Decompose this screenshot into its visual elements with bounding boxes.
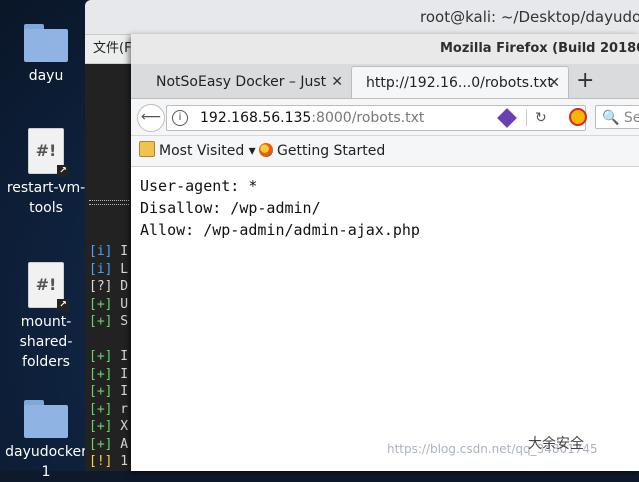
terminal-line-prefix: [+] <box>89 296 113 312</box>
terminal-line-text: S <box>112 314 129 329</box>
new-tab-button[interactable]: + <box>576 68 594 94</box>
close-icon[interactable]: ✕ <box>331 66 343 98</box>
terminal-line-text: I <box>112 366 129 382</box>
url-path: :8000/robots.txt <box>311 110 425 126</box>
bookmark-label: Most Visited <box>159 143 245 159</box>
terminal-line: [i] L <box>89 261 128 279</box>
navigation-bar: ⟵ i 192.168.56.135:8000/robots.txt ↻ 🔍 S… <box>131 99 639 136</box>
desktop-icon-dayu[interactable]: dayu <box>3 24 89 86</box>
terminal-line: [?] D <box>89 278 128 296</box>
terminal-output: [i] I [i] L [?] D [+] U [+] S [+] I [+] I [+] … <box>89 243 128 471</box>
terminal-line: [+] r <box>89 401 128 419</box>
desktop-icon-restart-vm-tools[interactable]: #! ↗ restart-vm- tools <box>3 128 89 218</box>
terminal-separator <box>89 204 129 205</box>
script-icon: #! ↗ <box>28 262 69 311</box>
terminal-line-prefix: [+] <box>89 314 113 329</box>
terminal-line-text: 1 <box>112 454 129 469</box>
firefox-icon <box>259 143 273 157</box>
terminal-line-prefix: [+] <box>89 384 113 399</box>
robots-line: User-agent: * <box>140 177 258 195</box>
bookmark-label: Getting Started <box>277 143 386 159</box>
watermark-brand: 大余安全 <box>528 436 584 452</box>
terminal-line-prefix: [+] <box>89 366 113 382</box>
tab-bar: NotSoEasy Docker – Just ✕ http://192.16.… <box>131 64 639 99</box>
terminal-line-text <box>89 332 97 347</box>
close-icon[interactable]: ✕ <box>548 67 560 99</box>
tab-label: NotSoEasy Docker – Just <box>156 74 327 90</box>
terminal-line-text: I <box>112 349 129 364</box>
desktop-icon-label: dayudocker 1 <box>5 444 87 480</box>
terminal-line-prefix: [+] <box>89 349 113 364</box>
terminal-title: root@kali: ~/Desktop/dayudocke <box>85 0 639 35</box>
terminal-line-prefix: [+] <box>89 419 113 434</box>
search-placeholder: Se <box>623 110 639 126</box>
desktop-icon-dayudocker[interactable]: dayudocker 1 <box>3 400 89 482</box>
terminal-line: [+] X <box>89 418 128 436</box>
info-icon[interactable]: i <box>172 110 188 126</box>
script-icon: #! ↗ <box>28 128 69 177</box>
robots-line: Allow: /wp-admin/admin-ajax.php <box>140 221 420 239</box>
terminal-line-text: X <box>112 419 129 434</box>
url-text[interactable]: 192.168.56.135:8000/robots.txt <box>200 106 424 130</box>
terminal-line-text: L <box>112 261 129 277</box>
terminal-line: [+] S <box>89 313 128 331</box>
bookmark-most-visited[interactable]: Most Visited ▾ <box>139 136 256 166</box>
terminal-line: [i] I <box>89 243 128 261</box>
folder-icon <box>24 400 68 438</box>
terminal-line-prefix: [?] <box>89 279 113 294</box>
terminal-line-text: I <box>112 384 129 399</box>
terminal-line-prefix: [i] <box>89 244 113 259</box>
terminal-line-prefix: [+] <box>89 401 113 417</box>
bookmark-getting-started[interactable]: Getting Started <box>259 136 385 166</box>
bookmarks-toolbar: Most Visited ▾ Getting Started <box>131 136 639 167</box>
terminal-line-text: A <box>112 436 129 452</box>
folder-icon <box>24 24 68 62</box>
url-host: 192.168.56.135 <box>200 110 312 126</box>
terminal-line <box>89 331 128 349</box>
terminal-line: [!] 1 <box>89 453 128 471</box>
reload-icon[interactable]: ↻ <box>535 106 547 130</box>
back-button[interactable]: ⟵ <box>137 104 165 132</box>
terminal-line-text: I <box>112 244 129 259</box>
divider <box>526 109 527 126</box>
desktop-icon-label: restart-vm- tools <box>6 180 86 216</box>
terminal-line-text: D <box>112 279 129 294</box>
robots-line: Disallow: /wp-admin/ <box>140 199 321 217</box>
terminal-line: [+] I <box>89 383 128 401</box>
terminal-line: [+] I <box>89 366 128 384</box>
desktop-icon-label: mount- shared- folders <box>19 314 73 370</box>
firefox-title: Mozilla Firefox (Build 2018062 <box>131 34 639 64</box>
terminal-line-text: r <box>112 401 129 417</box>
terminal-line: [+] I <box>89 348 128 366</box>
tab-notsoeasy-docker[interactable]: NotSoEasy Docker – Just ✕ <box>131 66 351 98</box>
tab-robots-txt[interactable]: http://192.16...0/robots.txt ✕ <box>351 66 569 98</box>
terminal-separator <box>89 200 129 201</box>
page-content: User-agent: * Disallow: /wp-admin/Allow: … <box>131 167 639 249</box>
desktop-icon-mount-shared-folders[interactable]: #! ↗ mount- shared- folders <box>3 262 89 372</box>
terminal-line-prefix: [+] <box>89 436 113 452</box>
noscript-icon[interactable] <box>569 108 587 126</box>
desktop-icon-label: dayu <box>28 68 64 84</box>
tab-label: http://192.16...0/robots.txt <box>366 75 553 91</box>
url-bar[interactable]: i 192.168.56.135:8000/robots.txt ↻ <box>166 105 586 131</box>
terminal-line-text: U <box>112 296 129 312</box>
terminal-line: [+] U <box>89 296 128 314</box>
terminal-line: [+] A <box>89 436 128 454</box>
folder-icon <box>139 141 155 157</box>
search-input[interactable]: 🔍 Se <box>595 105 639 129</box>
terminal-line-prefix: [i] <box>89 261 113 277</box>
chevron-down-icon: ▾ <box>244 143 256 159</box>
pocket-icon[interactable] <box>497 108 517 128</box>
firefox-window[interactable]: Mozilla Firefox (Build 2018062 NotSoEasy… <box>131 34 639 471</box>
terminal-line-prefix: [!] <box>89 454 113 469</box>
